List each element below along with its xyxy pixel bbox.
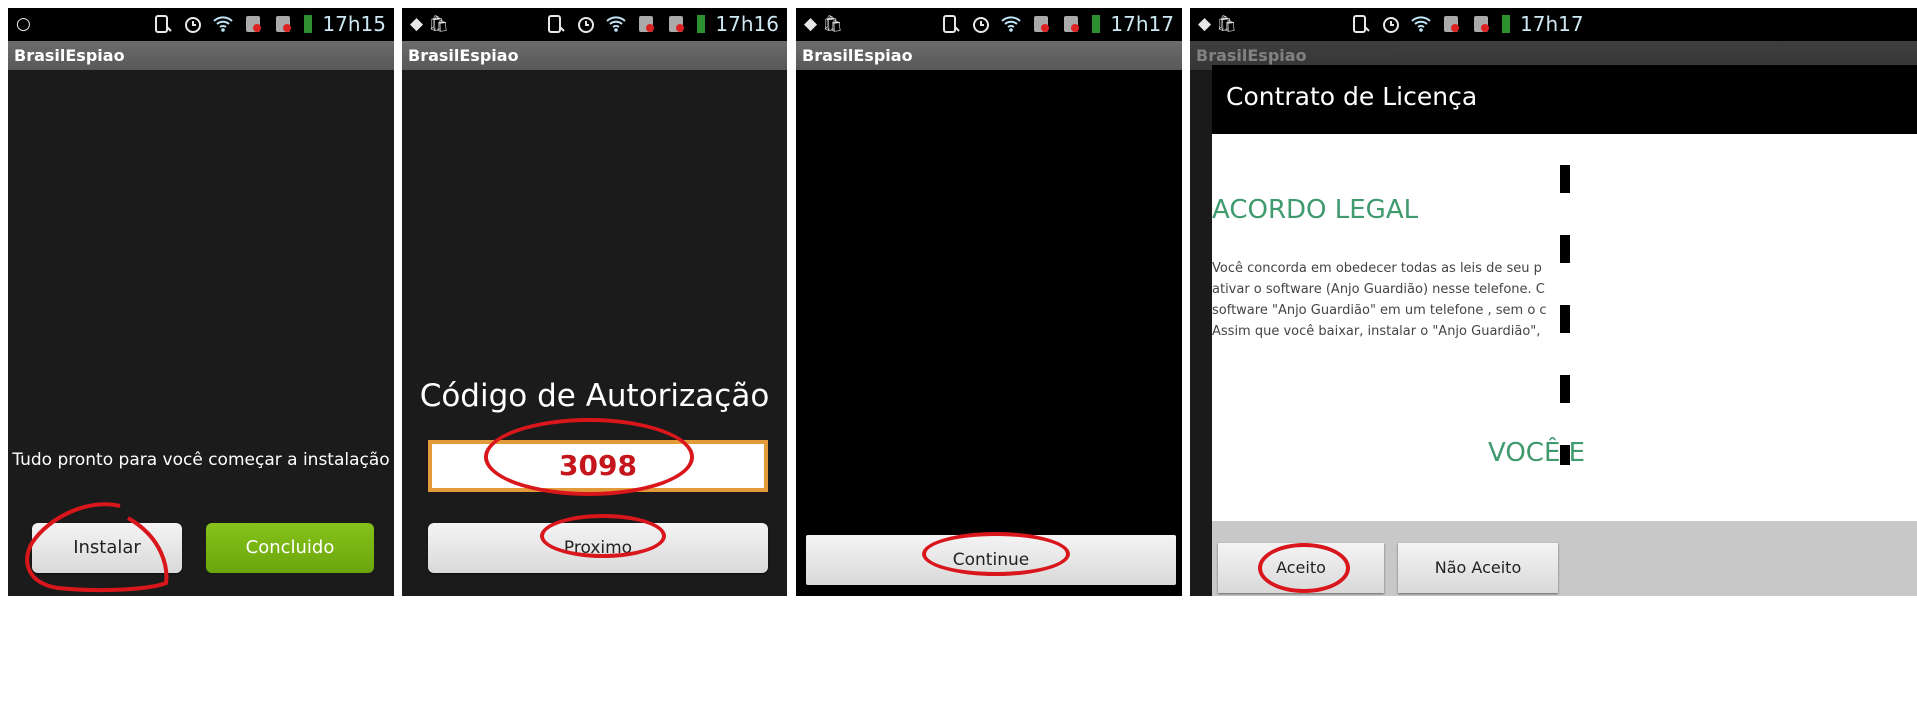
screen-license: ◆ 🛍 17h17 BrasilEspiao Contrato de Licen… — [1190, 8, 1917, 596]
scrollbar[interactable] — [1560, 165, 1570, 465]
wifi-icon — [605, 13, 627, 35]
app-title: BrasilEspiao — [402, 41, 787, 70]
dialog-heading: ACORDO LEGAL — [1212, 195, 1419, 225]
body-line: Assim que você baixar, instalar o "Anjo … — [1212, 324, 1541, 339]
phone-icon — [545, 13, 567, 35]
location-and-bag-icons: ◆ 🛍 — [1198, 14, 1237, 34]
accept-button[interactable]: Aceito — [1218, 543, 1384, 593]
sim-card-icon — [242, 13, 264, 35]
alarm-icon — [575, 13, 597, 35]
phone-icon — [940, 13, 962, 35]
phone-icon — [152, 13, 174, 35]
sim-card-icon — [272, 13, 294, 35]
clock: 17h17 — [1520, 12, 1584, 36]
auth-code-field[interactable]: 3098 — [428, 440, 768, 492]
status-bar: ◆ 🛍 17h17 — [1190, 8, 1917, 41]
battery-icon — [1500, 13, 1512, 35]
battery-icon — [1090, 13, 1102, 35]
alarm-icon — [970, 13, 992, 35]
app-title: BrasilEspiao — [796, 41, 1182, 70]
app-title: BrasilEspiao — [8, 41, 394, 70]
sim-card-icon — [1470, 13, 1492, 35]
battery-icon — [302, 13, 314, 35]
body-line: software "Anjo Guardião" em um telefone … — [1212, 303, 1547, 318]
body-line: ativar o software (Anjo Guardião) nesse … — [1212, 282, 1545, 297]
install-message: Tudo pronto para você começar a instalaç… — [12, 450, 390, 470]
battery-icon — [695, 13, 707, 35]
done-button[interactable]: Concluido — [206, 523, 374, 573]
dialog-footer-text: VOCÊ E — [1488, 438, 1586, 468]
continue-button[interactable]: Continue — [806, 535, 1176, 585]
sim-card-icon — [1440, 13, 1462, 35]
sim-card-icon — [635, 13, 657, 35]
license-dialog: Contrato de Licença ACORDO LEGAL Você co… — [1212, 65, 1917, 596]
clock: 17h15 — [322, 12, 386, 36]
phone-icon — [1350, 13, 1372, 35]
auth-code-heading: Código de Autorização — [419, 378, 770, 414]
body-line: Você concorda em obedecer todas as leis … — [1212, 261, 1542, 276]
next-button[interactable]: Proximo — [428, 523, 768, 573]
wifi-icon — [212, 13, 234, 35]
sim-card-icon — [1030, 13, 1052, 35]
screen-install: ○ 17h15 BrasilEspiao Tudo pronto para vo… — [8, 8, 394, 596]
alarm-icon — [182, 13, 204, 35]
auth-code-value: 3098 — [559, 449, 637, 482]
reject-button[interactable]: Não Aceito — [1398, 543, 1558, 593]
sim-card-icon — [665, 13, 687, 35]
dialog-header: Contrato de Licença — [1212, 65, 1917, 134]
location-and-bag-icons: ◆ 🛍 — [410, 14, 449, 34]
alarm-icon — [1380, 13, 1402, 35]
sim-card-icon — [1060, 13, 1082, 35]
location-and-bag-icons: ◆ 🛍 — [804, 14, 843, 34]
screen-auth-code: ◆ 🛍 17h16 BrasilEspiao Código de Autoriz… — [402, 8, 787, 596]
clock: 17h17 — [1110, 12, 1174, 36]
status-bar: ○ 17h15 — [8, 8, 394, 41]
clock: 17h16 — [715, 12, 779, 36]
circle-icon: ○ — [16, 14, 31, 34]
wifi-icon — [1410, 13, 1432, 35]
wifi-icon — [1000, 13, 1022, 35]
status-bar: ◆ 🛍 17h17 — [796, 8, 1182, 41]
dialog-title: Contrato de Licença — [1226, 82, 1478, 111]
dialog-body: Você concorda em obedecer todas as leis … — [1212, 258, 1547, 342]
annotation-scribble — [25, 502, 169, 593]
status-bar: ◆ 🛍 17h16 — [402, 8, 787, 41]
screen-continue: ◆ 🛍 17h17 BrasilEspiao Continue — [796, 8, 1182, 596]
